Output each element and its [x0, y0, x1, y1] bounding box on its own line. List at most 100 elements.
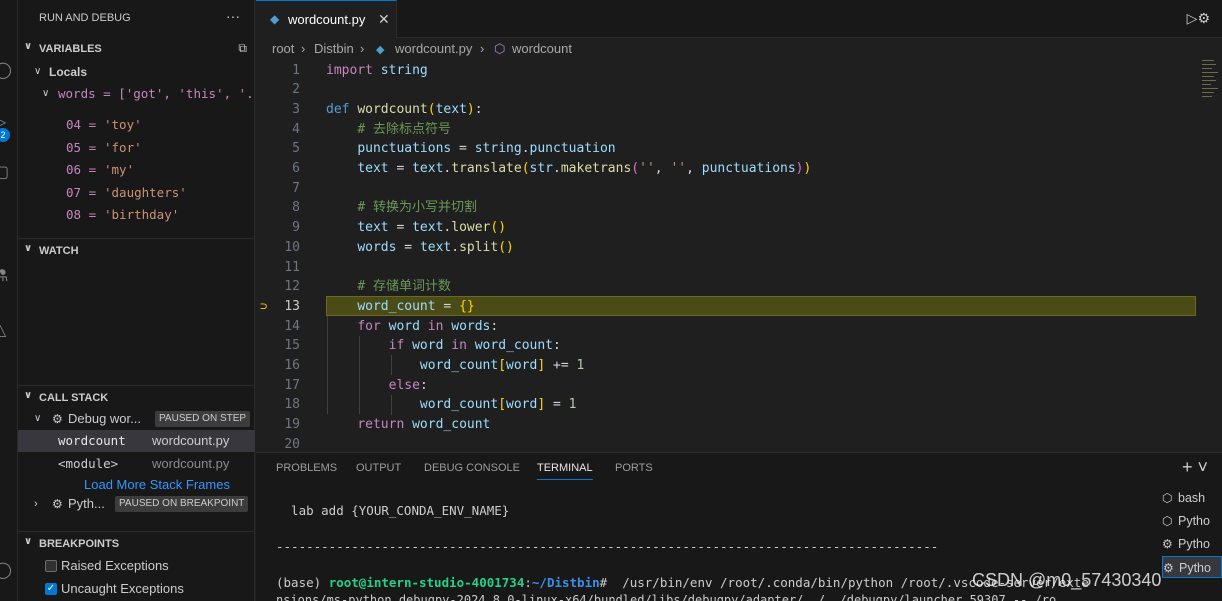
terminal-prompt-line: (base) root@intern-studio-4001734:~/Dist…: [276, 575, 1089, 590]
line-number: 15: [284, 338, 300, 354]
current-execution-arrow-icon[interactable]: ⊃: [260, 297, 267, 317]
breadcrumb-folder[interactable]: Distbin: [314, 41, 354, 56]
thread-name: Pyth...: [68, 496, 105, 511]
terminal-line: lab add {YOUR_CONDA_ENV_NAME}: [276, 503, 510, 518]
code-line[interactable]: 17 else:: [256, 376, 1196, 396]
variable-value: 'for': [104, 139, 142, 155]
code-line[interactable]: 5 punctuations = string.punctuation: [256, 139, 1196, 159]
breadcrumb-symbol[interactable]: wordcount: [512, 41, 572, 56]
stack-frame-module[interactable]: <module> wordcount.py: [18, 453, 255, 475]
search-icon[interactable]: ◯: [0, 62, 12, 80]
variable-item[interactable]: 06 = 'my': [18, 159, 255, 181]
status-badge: PAUSED ON BREAKPOINT: [115, 496, 249, 512]
divider: [18, 385, 255, 386]
code-line[interactable]: 14 for word in words:: [256, 317, 1196, 337]
code-line[interactable]: 15 if word in word_count:: [256, 336, 1196, 356]
terminal-item-python-2[interactable]: ⚙ Pytho: [1162, 533, 1222, 555]
terminal-item-label: Pytho: [1178, 537, 1210, 551]
panel-tab-output[interactable]: OUTPUT: [356, 462, 401, 474]
breakpoints-section-header[interactable]: ∨ BREAKPOINTS: [18, 533, 255, 555]
line-number: 17: [284, 377, 300, 393]
callstack-section-header[interactable]: ∨ CALL STACK: [18, 387, 255, 409]
code-editor[interactable]: 1 import string 2 3 def wordcount(text): 4 # …: [256, 60, 1222, 450]
code-line[interactable]: 7: [256, 179, 1196, 199]
code-line[interactable]: 1 import string: [256, 61, 1196, 81]
extensions-icon[interactable]: ▢: [0, 164, 12, 182]
debug-gear-icon: ⚙: [52, 497, 63, 511]
breakpoint-label: Uncaught Exceptions: [61, 581, 184, 596]
code-line[interactable]: ⊃ 13 word_count = {}: [256, 297, 1196, 317]
code-line[interactable]: 6 text = text.translate(str.maketrans(''…: [256, 159, 1196, 179]
terminal-item-python-3[interactable]: ⚙ Pytho: [1162, 556, 1222, 578]
checkbox[interactable]: [45, 560, 57, 572]
python-file-icon: ◆: [270, 12, 280, 26]
line-number: 14: [284, 318, 300, 334]
collapse-all-icon[interactable]: ⧉: [238, 41, 247, 56]
close-icon[interactable]: ✕: [378, 11, 390, 28]
variable-item[interactable]: 04 = 'toy': [18, 114, 255, 136]
code-line[interactable]: 20: [256, 435, 1196, 450]
testing-icon[interactable]: ⚗: [0, 268, 12, 286]
line-number: 12: [284, 279, 300, 295]
variable-item[interactable]: 07 = 'daughters': [18, 182, 255, 204]
frame-name: wordcount: [58, 433, 126, 448]
code-text: word_count[word] = 1: [419, 397, 577, 413]
stack-frame-wordcount[interactable]: wordcount wordcount.py: [18, 430, 255, 452]
variable-index: 06 =: [66, 162, 97, 177]
run-debug-icon[interactable]: ▷⚙: [1187, 10, 1210, 27]
callstack-thread-python[interactable]: › ⚙ Pyth... PAUSED ON BREAKPOINT: [18, 493, 255, 515]
breadcrumb-file[interactable]: wordcount.py: [395, 41, 472, 56]
chevron-down-icon: ∨: [24, 41, 33, 52]
code-line[interactable]: 11: [256, 258, 1196, 278]
line-number: 16: [284, 358, 300, 373]
code-line[interactable]: 16 word_count[word] += 1: [256, 356, 1196, 376]
frame-file: wordcount.py: [152, 433, 230, 448]
callstack-thread-debug[interactable]: ∨ ⚙ Debug wor... PAUSED ON STEP: [18, 408, 255, 430]
panel-tab-problems[interactable]: PROBLEMS: [276, 462, 337, 474]
variables-section-header[interactable]: ∨ VARIABLES ⧉: [18, 38, 255, 60]
debug-sidebar: RUN AND DEBUG ··· ∨ VARIABLES ⧉ ∨ Locals…: [18, 0, 255, 601]
terminal-item-bash[interactable]: ⬡ bash: [1162, 487, 1222, 509]
locals-scope[interactable]: ∨ Locals: [18, 61, 255, 83]
code-line[interactable]: 4 # 去除标点符号: [256, 120, 1196, 140]
breakpoint-uncaught-exceptions[interactable]: ✓ Uncaught Exceptions: [18, 578, 255, 600]
variables-label: VARIABLES: [39, 43, 102, 55]
frame-name: <module>: [58, 456, 119, 471]
minimap[interactable]: [1200, 60, 1222, 110]
add-terminal-icon[interactable]: + ˅: [1182, 457, 1208, 478]
debug-gear-icon: ⚙: [1163, 561, 1174, 575]
code-line[interactable]: 2: [256, 80, 1196, 100]
account-icon[interactable]: ◯: [0, 562, 12, 580]
terminal-item-python-1[interactable]: ⬡ Pytho: [1162, 510, 1222, 532]
code-line[interactable]: 19 return word_count: [256, 415, 1196, 435]
remote-icon[interactable]: ›: [0, 212, 12, 230]
breadcrumb-root[interactable]: root: [272, 41, 294, 56]
line-number: 3: [292, 101, 300, 117]
variable-item[interactable]: 05 = 'for': [18, 137, 255, 159]
code-line[interactable]: 18 word_count[word] = 1: [256, 395, 1196, 415]
code-line[interactable]: 12 # 存储单词计数: [256, 277, 1196, 297]
tab-wordcount-py[interactable]: ◆ wordcount.py ✕: [256, 0, 397, 38]
code-text: text = text.lower(): [357, 220, 507, 236]
chevron-down-icon: ∨: [34, 66, 42, 77]
chevron-down-icon: ∨: [24, 536, 33, 547]
code-line[interactable]: 10 words = text.split(): [256, 238, 1196, 258]
code-line[interactable]: 9 text = text.lower(): [256, 218, 1196, 238]
tree-icon[interactable]: △: [0, 322, 12, 340]
panel-tab-debug-console[interactable]: DEBUG CONSOLE: [424, 462, 520, 474]
debug-gear-icon: ⚙: [52, 412, 63, 426]
variable-index: 08 =: [66, 207, 97, 222]
breakpoint-raised-exceptions[interactable]: Raised Exceptions: [18, 555, 255, 577]
chevron-right-icon: ›: [480, 41, 485, 56]
code-line[interactable]: 8 # 转换为小写并切割: [256, 198, 1196, 218]
panel-tab-terminal[interactable]: TERMINAL: [537, 462, 593, 480]
panel-tab-ports[interactable]: PORTS: [615, 462, 653, 474]
variable-words[interactable]: ∨ words = ['got', 'this', '...: [18, 83, 255, 105]
divider: [18, 531, 255, 532]
variable-item[interactable]: 08 = 'birthday': [18, 204, 255, 226]
more-actions-icon[interactable]: ···: [226, 8, 240, 24]
watch-section-header[interactable]: ∨ WATCH: [18, 240, 255, 262]
checkbox-checked[interactable]: ✓: [45, 583, 57, 595]
code-line[interactable]: 3 def wordcount(text):: [256, 100, 1196, 120]
prompt-sep: :: [524, 575, 532, 590]
